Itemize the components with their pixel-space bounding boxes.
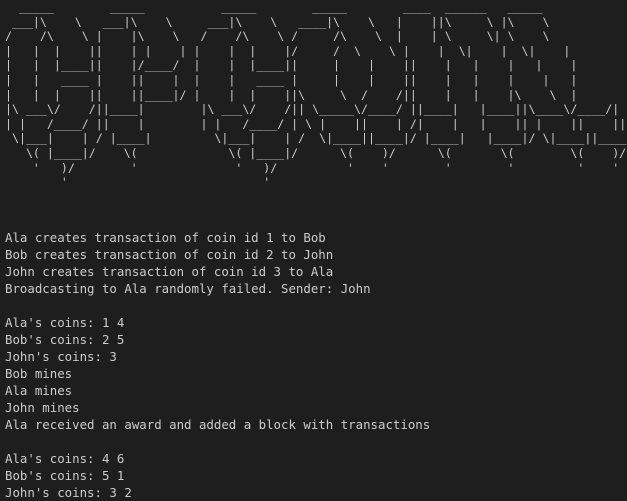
output-line: Bob's coins: 5 1 [5, 468, 125, 483]
terminal-window[interactable]: _____ _____ _____ _____ ____ ______ ____… [0, 0, 627, 501]
output-line: Ala's coins: 1 4 [5, 315, 125, 330]
output-line: Ala mines [5, 383, 73, 398]
ascii-art-banner: _____ _____ _____ _____ ____ ______ ____… [5, 0, 627, 190]
blank-line [5, 433, 430, 450]
output-line: Bob mines [5, 366, 73, 381]
output-line: Ala creates transaction of coin id 1 to … [5, 230, 326, 245]
output-line: John creates transaction of coin id 3 to… [5, 264, 334, 279]
blank-line [5, 297, 430, 314]
output-line: Bob creates transaction of coin id 2 to … [5, 247, 334, 262]
output-line: Broadcasting to Ala randomly failed. Sen… [5, 281, 371, 296]
output-line: John's coins: 3 2 [5, 485, 132, 500]
output-line: Bob's coins: 2 5 [5, 332, 125, 347]
terminal-output: Ala creates transaction of coin id 1 to … [5, 229, 430, 501]
output-line: Ala's coins: 4 6 [5, 451, 125, 466]
output-line: John mines [5, 400, 80, 415]
output-line: Ala received an award and added a block … [5, 417, 431, 432]
output-line: John's coins: 3 [5, 349, 117, 364]
